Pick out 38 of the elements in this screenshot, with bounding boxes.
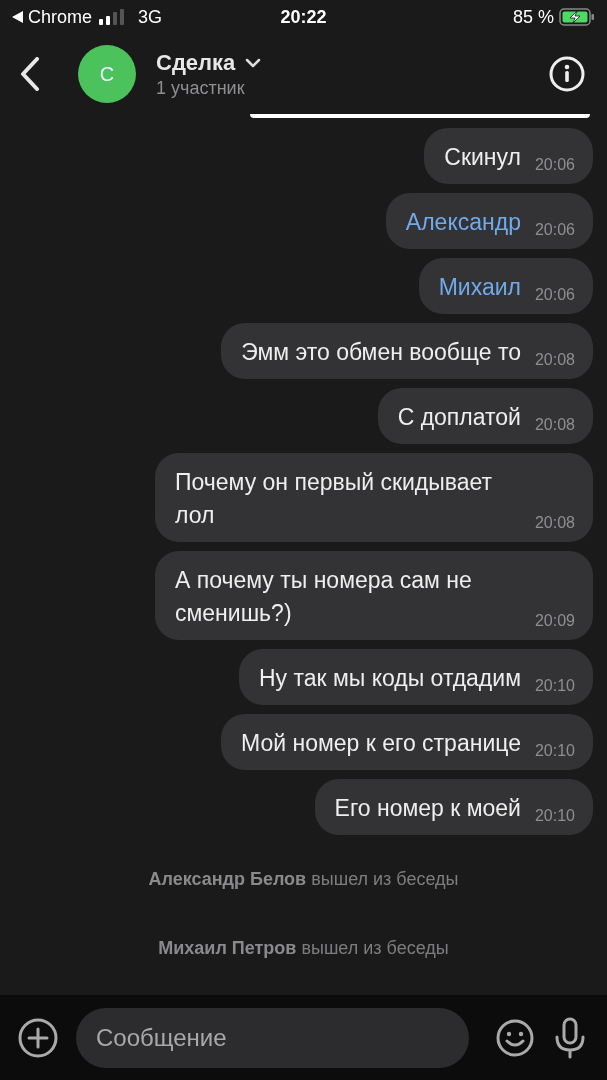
battery-charging-icon — [559, 8, 595, 26]
chevron-down-icon[interactable] — [245, 57, 262, 68]
message-time: 20:10 — [534, 807, 575, 825]
message-text: Скинул — [444, 143, 521, 172]
back-app-label[interactable]: Chrome — [28, 6, 93, 28]
message-text: Его номер к моей — [334, 794, 521, 823]
chat-title[interactable]: Сделка — [156, 49, 236, 76]
message-time: 20:06 — [534, 156, 575, 174]
message-text: А почему ты номера сам не сменишь?) — [175, 566, 473, 628]
message-time: 20:08 — [534, 514, 575, 532]
emoji-icon[interactable] — [495, 1017, 535, 1058]
message-time: 20:09 — [534, 612, 575, 630]
members-count: 1 участник — [156, 77, 246, 99]
mention-link[interactable]: Александр — [405, 206, 521, 239]
message-text: С доплатой — [397, 403, 521, 432]
battery-percent: 85 % — [512, 6, 554, 28]
mention-link[interactable]: Михаил — [438, 271, 521, 304]
back-icon[interactable] — [20, 57, 40, 91]
message-time: 20:10 — [534, 677, 575, 695]
system-message: Михаил Петров вышел из беседы — [158, 938, 449, 959]
signal-icon — [99, 9, 126, 25]
back-triangle-icon[interactable] — [12, 11, 23, 23]
status-time: 20:22 — [280, 6, 327, 28]
message-text: Почему он первый скидывает лол — [175, 468, 494, 530]
message-text: Эмм это обмен вообще то — [241, 338, 521, 367]
message-time: 20:06 — [534, 221, 575, 239]
message-input[interactable]: Сообщение — [76, 1007, 469, 1068]
add-icon[interactable] — [18, 1017, 58, 1058]
message-time: 20:08 — [534, 351, 575, 369]
network-label: 3G — [138, 6, 163, 28]
system-message: Александр Белов вышел из беседы — [148, 869, 459, 890]
info-icon[interactable] — [549, 56, 585, 92]
message-time: 20:06 — [534, 286, 575, 304]
message-time: 20:10 — [534, 742, 575, 760]
message-text: Мой номер к его странице — [241, 729, 521, 758]
microphone-icon[interactable] — [553, 1016, 587, 1059]
message-time: 20:08 — [534, 416, 575, 434]
message-text: Ну так мы коды отдадим — [258, 664, 521, 693]
